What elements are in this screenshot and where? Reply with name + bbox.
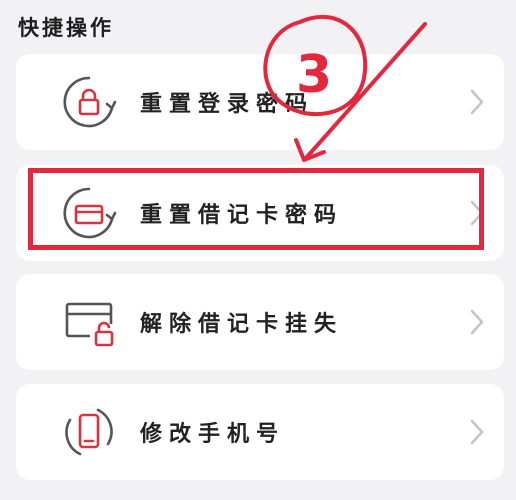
- action-label: 重置借记卡密码: [140, 203, 344, 228]
- chevron-right-icon: [470, 89, 484, 115]
- action-reset-login-password[interactable]: 重置登录密码: [16, 54, 504, 150]
- action-cancel-debit-card-loss-report[interactable]: 解除借记卡挂失: [16, 274, 504, 370]
- chevron-right-icon: [470, 200, 484, 226]
- action-label: 解除借记卡挂失: [140, 312, 344, 337]
- chevron-right-icon: [470, 419, 484, 445]
- quick-actions-page: 快捷操作 重置登录密码 重置借记卡密码 解除借记卡挂失 修改手机号 3: [0, 0, 516, 500]
- card-refresh-icon: [63, 187, 117, 239]
- lock-refresh-icon: [63, 76, 117, 128]
- action-change-phone-number[interactable]: 修改手机号: [16, 384, 504, 480]
- section-title: 快捷操作: [18, 16, 114, 40]
- action-reset-debit-card-password[interactable]: 重置借记卡密码: [16, 165, 504, 261]
- action-label: 修改手机号: [140, 422, 286, 447]
- chevron-right-icon: [470, 309, 484, 335]
- phone-refresh-icon: [65, 408, 113, 456]
- card-unlock-icon: [65, 302, 114, 347]
- action-label: 重置登录密码: [140, 92, 315, 117]
